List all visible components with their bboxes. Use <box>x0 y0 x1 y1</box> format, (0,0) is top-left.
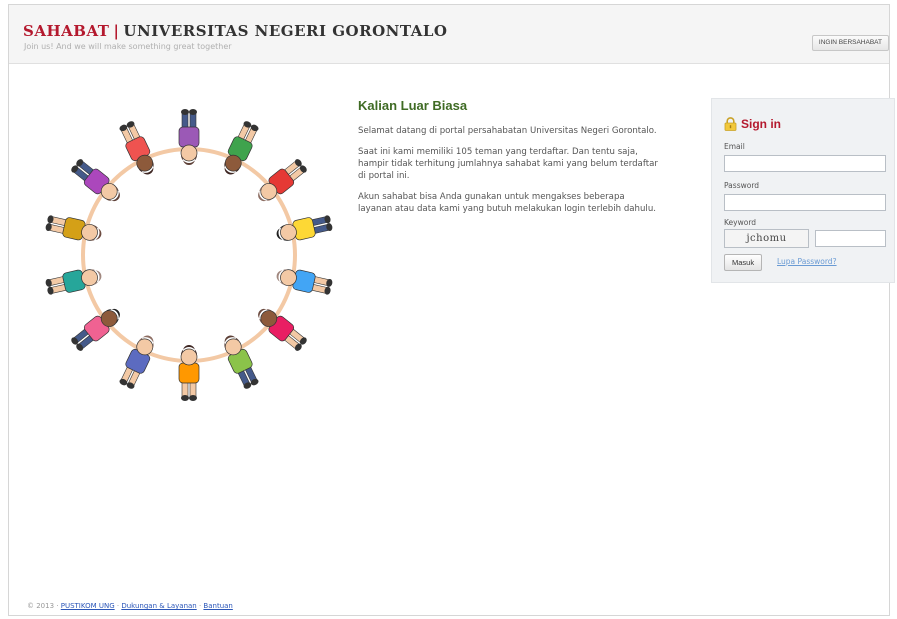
university-name: UNIVERSITAS NEGERI GORONTALO <box>123 22 448 40</box>
header: SAHABAT | UNIVERSITAS NEGERI GORONTALO Joi… <box>9 5 889 64</box>
password-field[interactable] <box>724 194 886 211</box>
footer: © 2013 · PUSTIKOM UNG · Dukungan & Layan… <box>27 602 233 610</box>
footer-link-pustikom[interactable]: PUSTIKOM UNG <box>61 602 115 610</box>
child-figure <box>178 345 200 401</box>
footer-link-help[interactable]: Bantuan <box>203 602 232 610</box>
site-title[interactable]: SAHABAT | UNIVERSITAS NEGERI GORONTALO <box>23 22 447 40</box>
signin-title-text: Sign in <box>741 117 781 131</box>
welcome-paragraph-3: Akun sahabat bisa Anda gunakan untuk men… <box>358 192 657 214</box>
lock-icon <box>724 117 737 131</box>
tagline: Join us! And we will make something grea… <box>24 42 232 51</box>
child-figure <box>276 215 333 241</box>
signin-title: Sign in <box>724 117 781 131</box>
footer-copyright: © 2013 · <box>27 602 59 610</box>
brand-name[interactable]: SAHABAT <box>23 22 109 40</box>
welcome-content: Kalian Luar Biasa Selamat datang di port… <box>358 98 658 224</box>
signin-panel: Sign in Email Password Keyword jchomu Ma… <box>711 98 895 283</box>
forgot-password-link[interactable]: Lupa Password? <box>777 257 837 266</box>
child-figure <box>119 335 154 389</box>
child-figure <box>119 121 154 175</box>
password-label: Password <box>724 181 760 190</box>
welcome-paragraph-1: Selamat datang di portal persahabatan Un… <box>358 126 657 136</box>
login-button[interactable]: Masuk <box>724 254 763 271</box>
footer-link-support[interactable]: Dukungan & Layanan <box>121 602 196 610</box>
child-figure <box>45 215 102 241</box>
child-figure <box>224 121 259 175</box>
title-separator: | <box>113 22 120 40</box>
welcome-paragraph-2: Saat ini kami memiliki 105 teman yang te… <box>358 147 658 181</box>
page-frame: SAHABAT | UNIVERSITAS NEGERI GORONTALO Joi… <box>8 4 895 616</box>
captcha-image: jchomu <box>724 229 809 248</box>
child-figure <box>276 269 333 295</box>
hand-ring <box>81 147 297 363</box>
child-figure <box>45 269 102 295</box>
children-circle-illustration <box>45 109 333 401</box>
keyword-label: Keyword <box>724 218 757 227</box>
keyword-field[interactable] <box>815 230 886 247</box>
email-field[interactable] <box>724 155 886 172</box>
child-figure <box>224 335 259 389</box>
child-figure <box>178 109 200 165</box>
email-label: Email <box>724 142 745 151</box>
welcome-heading: Kalian Luar Biasa <box>358 98 468 113</box>
join-button[interactable]: INGIN BERSAHABAT <box>811 35 889 51</box>
